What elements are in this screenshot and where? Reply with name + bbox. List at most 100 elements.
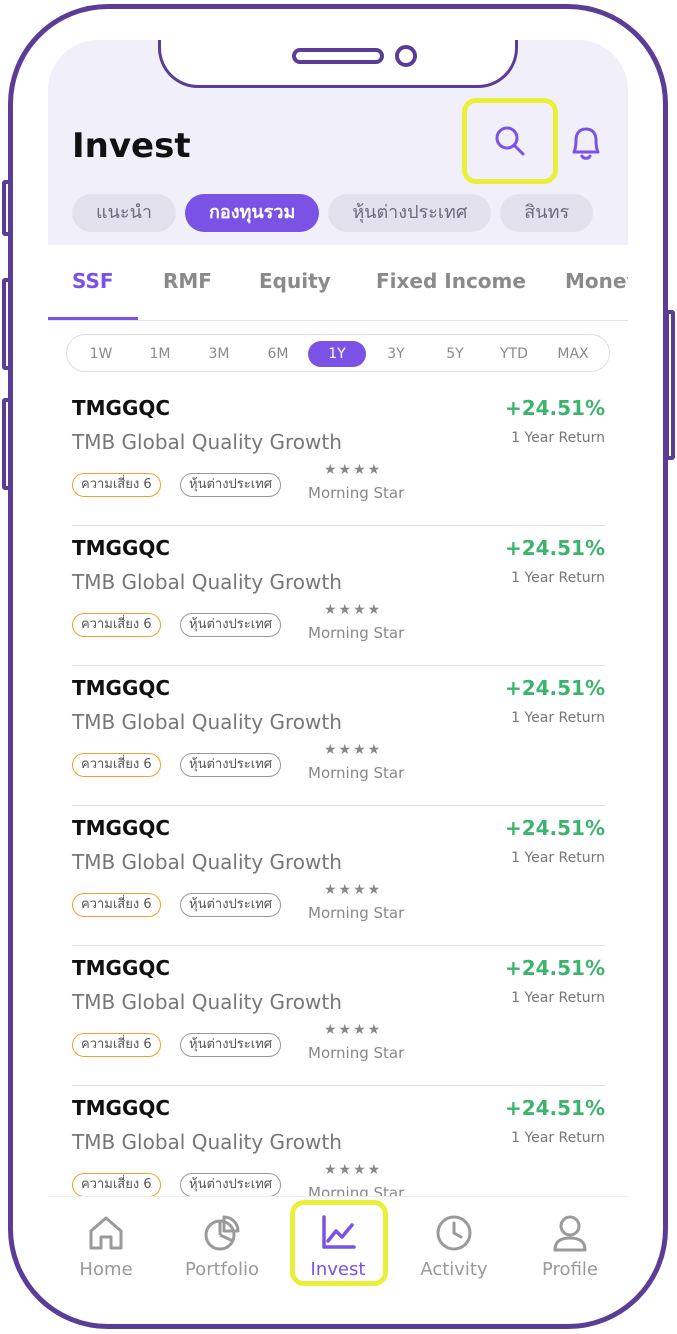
rating-label: Morning Star <box>308 484 405 502</box>
search-button[interactable] <box>462 98 558 184</box>
fund-name: TMB Global Quality Growth <box>72 430 342 454</box>
fund-name: TMB Global Quality Growth <box>72 710 342 734</box>
period-1y[interactable]: 1Y <box>308 341 366 367</box>
fund-list-item[interactable]: TMGGQC TMB Global Quality Growth +24.51%… <box>72 946 605 1086</box>
risk-badge: ความเสี่ยง 6 <box>72 473 161 497</box>
header: Invest แนะนำ กองทุนรวม หุ้นต่างประเทศ สินทร <box>48 40 628 245</box>
fund-return: +24.51% <box>504 816 605 840</box>
fund-return: +24.51% <box>504 536 605 560</box>
period-selector: 1W 1M 3M 6M 1Y 3Y 5Y YTD MAX <box>66 334 610 372</box>
period-3m[interactable]: 3M <box>190 341 248 367</box>
fund-return: +24.51% <box>504 1096 605 1120</box>
risk-badge: ความเสี่ยง 6 <box>72 1173 161 1197</box>
product-type-chips: แนะนำ กองทุนรวม หุ้นต่างประเทศ สินทร <box>72 194 628 232</box>
rating-stars-icon: ★★★★ <box>324 462 383 478</box>
region-badge: หุ้นต่างประเทศ <box>180 893 282 917</box>
rating-stars-icon: ★★★★ <box>324 602 383 618</box>
rating-label: Morning Star <box>308 904 405 922</box>
nav-activity[interactable]: Activity <box>396 1197 512 1290</box>
rating-label: Morning Star <box>308 1044 405 1062</box>
fund-return-label: 1 Year Return <box>511 430 605 446</box>
fund-list-item[interactable]: TMGGQC TMB Global Quality Growth +24.51%… <box>72 386 605 526</box>
rating-stars-icon: ★★★★ <box>324 742 383 758</box>
fund-name: TMB Global Quality Growth <box>72 570 342 594</box>
fund-name: TMB Global Quality Growth <box>72 850 342 874</box>
region-badge: หุ้นต่างประเทศ <box>180 473 282 497</box>
fund-list-item[interactable]: TMGGQC TMB Global Quality Growth +24.51%… <box>72 666 605 806</box>
fund-list-item[interactable]: TMGGQC TMB Global Quality Growth +24.51%… <box>72 526 605 666</box>
clock-icon <box>436 1215 472 1251</box>
risk-badge: ความเสี่ยง 6 <box>72 753 161 777</box>
nav-label: Home <box>79 1259 133 1280</box>
rating-label: Morning Star <box>308 624 405 642</box>
period-1w[interactable]: 1W <box>72 341 130 367</box>
tab-equity[interactable]: Equity <box>259 269 331 293</box>
region-badge: หุ้นต่างประเทศ <box>180 753 282 777</box>
nav-label: Activity <box>420 1259 488 1280</box>
fund-return-label: 1 Year Return <box>511 570 605 586</box>
invest-highlight-box <box>290 1200 388 1286</box>
bell-icon <box>572 127 600 160</box>
rating-stars-icon: ★★★★ <box>324 882 383 898</box>
risk-badge: ความเสี่ยง 6 <box>72 1033 161 1057</box>
risk-badge: ความเสี่ยง 6 <box>72 613 161 637</box>
category-tabs: SSF RMF Equity Fixed Income Money <box>48 245 628 321</box>
page-title: Invest <box>72 126 191 166</box>
tab-ssf[interactable]: SSF <box>72 269 114 293</box>
pie-chart-icon <box>204 1215 240 1251</box>
app-screen: Invest แนะนำ กองทุนรวม หุ้นต่างประเทศ สินทร… <box>48 40 628 1290</box>
phone-side-button <box>2 180 12 236</box>
tab-rmf[interactable]: RMF <box>163 269 212 293</box>
fund-code: TMGGQC <box>72 536 171 560</box>
notification-button[interactable] <box>568 124 604 168</box>
chip-mutual-funds[interactable]: กองทุนรวม <box>185 194 320 232</box>
tab-money[interactable]: Money <box>565 269 628 293</box>
rating-label: Morning Star <box>308 764 405 782</box>
fund-return: +24.51% <box>504 676 605 700</box>
nav-profile[interactable]: Profile <box>512 1197 628 1290</box>
fund-code: TMGGQC <box>72 816 171 840</box>
period-6m[interactable]: 6M <box>249 341 307 367</box>
chip-foreign-stocks[interactable]: หุ้นต่างประเทศ <box>328 194 492 232</box>
user-icon <box>553 1215 587 1252</box>
region-badge: หุ้นต่างประเทศ <box>180 1033 282 1057</box>
fund-code: TMGGQC <box>72 396 171 420</box>
phone-camera <box>395 45 417 67</box>
nav-label: Portfolio <box>184 1259 260 1280</box>
period-5y[interactable]: 5Y <box>426 341 484 367</box>
nav-home[interactable]: Home <box>48 1197 164 1290</box>
fund-return: +24.51% <box>504 396 605 420</box>
fund-code: TMGGQC <box>72 676 171 700</box>
risk-badge: ความเสี่ยง 6 <box>72 893 161 917</box>
region-badge: หุ้นต่างประเทศ <box>180 613 282 637</box>
fund-return-label: 1 Year Return <box>511 850 605 866</box>
region-badge: หุ้นต่างประเทศ <box>180 1173 282 1197</box>
nav-label: Profile <box>542 1259 598 1280</box>
phone-power-button <box>665 310 675 460</box>
home-icon <box>89 1216 123 1250</box>
chip-products[interactable]: สินทร <box>500 194 594 232</box>
fund-name: TMB Global Quality Growth <box>72 990 342 1014</box>
tab-fixed-income[interactable]: Fixed Income <box>376 269 526 293</box>
nav-portfolio[interactable]: Portfolio <box>164 1197 280 1290</box>
fund-list-item[interactable]: TMGGQC TMB Global Quality Growth +24.51%… <box>72 806 605 946</box>
period-3y[interactable]: 3Y <box>367 341 425 367</box>
fund-code: TMGGQC <box>72 1096 171 1120</box>
fund-return: +24.51% <box>504 956 605 980</box>
fund-return-label: 1 Year Return <box>511 990 605 1006</box>
period-1m[interactable]: 1M <box>131 341 189 367</box>
period-ytd[interactable]: YTD <box>485 341 543 367</box>
rating-stars-icon: ★★★★ <box>324 1022 383 1038</box>
phone-volume-up-button <box>2 278 12 370</box>
search-icon <box>495 126 525 156</box>
phone-speaker <box>292 48 384 64</box>
rating-stars-icon: ★★★★ <box>324 1162 383 1178</box>
active-tab-indicator <box>48 317 138 320</box>
period-max[interactable]: MAX <box>544 341 602 367</box>
fund-name: TMB Global Quality Growth <box>72 1130 342 1154</box>
fund-return-label: 1 Year Return <box>511 1130 605 1146</box>
phone-volume-down-button <box>2 398 12 490</box>
fund-return-label: 1 Year Return <box>511 710 605 726</box>
fund-code: TMGGQC <box>72 956 171 980</box>
chip-recommended[interactable]: แนะนำ <box>72 194 176 232</box>
